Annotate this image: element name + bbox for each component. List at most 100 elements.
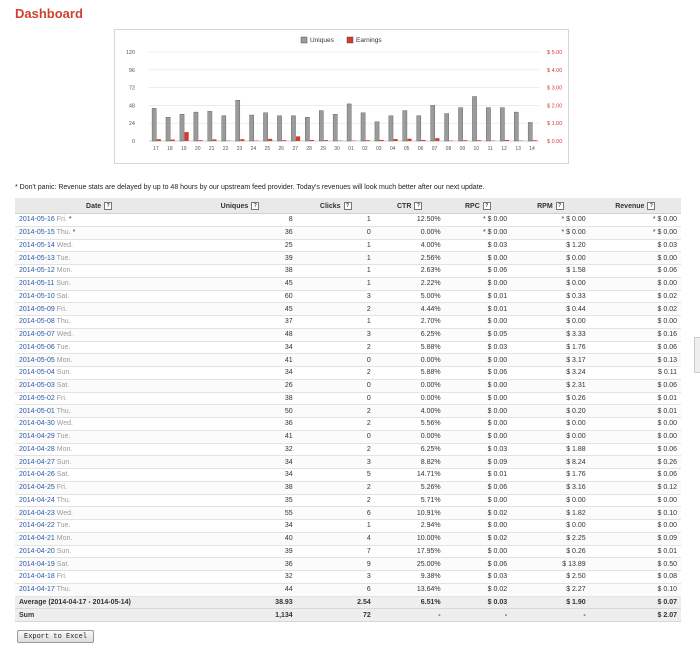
date-link[interactable]: 2014-05-12 xyxy=(19,267,55,274)
date-link[interactable]: 2014-04-22 xyxy=(19,522,55,529)
earnings-bar xyxy=(504,139,510,141)
uniques-cell: 34 xyxy=(183,455,297,469)
rpm-cell: $ 0.20 xyxy=(511,404,590,418)
help-icon[interactable]: ? xyxy=(482,201,491,210)
revenue-cell: $ 0.11 xyxy=(589,366,681,380)
date-link[interactable]: 2014-04-25 xyxy=(19,484,55,491)
average-uniques-cell: 38.93 xyxy=(183,596,297,610)
date-link[interactable]: 2014-05-11 xyxy=(19,280,54,287)
day-of-week: Fri. xyxy=(56,394,67,402)
date-link[interactable]: 2014-04-26 xyxy=(19,471,55,478)
rpc-cell: $ 0.00 xyxy=(444,392,512,406)
help-icon[interactable]: ? xyxy=(647,201,656,210)
uniques-bar xyxy=(263,112,268,142)
day-of-week: Sat. xyxy=(56,471,70,479)
date-cell: 2014-05-16 Fri. * xyxy=(15,213,184,227)
date-link[interactable]: 2014-04-27 xyxy=(19,459,55,466)
column-header-clicks[interactable]: Clicks? xyxy=(296,198,375,214)
help-icon[interactable]: ? xyxy=(104,201,113,210)
clicks-cell: 1 xyxy=(296,315,375,329)
table-row: 2014-05-11 Sun. 45 1 2.22% $ 0.00 $ 0.00 $ 0.… xyxy=(15,277,681,291)
average-label-cell: Average (2014-04-17 - 2014-05-14) xyxy=(15,596,184,610)
revenue-cell: $ 0.12 xyxy=(589,481,681,495)
column-header-revenue[interactable]: Revenue? xyxy=(589,198,681,214)
date-link[interactable]: 2014-05-04 xyxy=(19,369,55,376)
uniques-earnings-bar-chart: Uniques Earnings 0 $ 0.00 24 $ 1.00 48 $ 2.00 72… xyxy=(126,36,562,152)
rpm-cell: $ 3.16 xyxy=(511,481,590,495)
ctr-cell: 5.88% xyxy=(374,341,445,355)
x-tick-label: 18 xyxy=(167,146,173,152)
table-row: 2014-05-07 Wed. 48 3 6.25% $ 0.05 $ 3.33 $ 0.… xyxy=(15,328,681,342)
day-of-week: Thu. xyxy=(56,586,71,594)
date-cell: 2014-05-07 Wed. xyxy=(15,328,184,342)
help-icon[interactable]: ? xyxy=(414,201,423,210)
date-link[interactable]: 2014-04-19 xyxy=(19,561,55,568)
x-tick-label: 21 xyxy=(209,146,215,152)
ctr-cell: 14.71% xyxy=(374,468,445,482)
average-rpm-cell: $ 1.90 xyxy=(511,596,590,610)
export-to-excel-button[interactable]: Export to Excel xyxy=(17,630,95,643)
date-link[interactable]: 2014-05-05 xyxy=(19,357,55,364)
clicks-cell: 3 xyxy=(296,290,375,304)
date-link[interactable]: 2014-05-08 xyxy=(19,318,55,325)
date-link[interactable]: 2014-04-17 xyxy=(19,586,55,593)
column-header-date[interactable]: Date? xyxy=(15,198,184,214)
date-link[interactable]: 2014-05-07 xyxy=(19,331,55,338)
date-cell: 2014-05-08 Thu. xyxy=(15,315,184,329)
date-link[interactable]: 2014-05-09 xyxy=(19,306,55,313)
date-link[interactable]: 2014-04-21 xyxy=(19,535,55,542)
table-row: 2014-05-12 Mon. 38 1 2.63% $ 0.06 $ 1.58 $ 0.… xyxy=(15,264,681,278)
help-icon[interactable]: ? xyxy=(555,201,564,210)
date-link[interactable]: 2014-04-24 xyxy=(19,497,55,504)
x-tick-label: 11 xyxy=(488,146,493,152)
table-row: 2014-05-01 Thu. 50 2 4.00% $ 0.00 $ 0.20 $ 0.… xyxy=(15,404,681,418)
rpm-cell: * $ 0.00 xyxy=(511,226,590,240)
ctr-cell: 2.22% xyxy=(374,277,445,291)
column-header-label: Uniques xyxy=(220,202,249,210)
stats-table: Date? Uniques? Clicks? CTR? RPC? RPM? Revenue?… xyxy=(15,198,681,622)
date-link[interactable]: 2014-05-02 xyxy=(19,395,55,402)
date-link[interactable]: 2014-05-16 xyxy=(19,216,55,223)
date-link[interactable]: 2014-04-20 xyxy=(19,548,55,555)
column-header-rpc[interactable]: RPC? xyxy=(444,198,512,214)
left-tick-label: 120 xyxy=(126,50,135,56)
day-of-week: Fri. xyxy=(56,216,67,224)
x-tick-label: 17 xyxy=(153,146,159,152)
date-link[interactable]: 2014-05-10 xyxy=(19,293,55,300)
rpm-cell: $ 1.58 xyxy=(511,264,590,278)
column-header-rpm[interactable]: RPM? xyxy=(511,198,590,214)
date-link[interactable]: 2014-05-01 xyxy=(19,408,55,415)
uniques-cell: 44 xyxy=(183,583,297,597)
rpm-cell: $ 0.33 xyxy=(511,290,590,304)
date-link[interactable]: 2014-05-13 xyxy=(19,255,55,262)
column-header-uniques[interactable]: Uniques? xyxy=(183,198,297,214)
side-panel-handle[interactable] xyxy=(694,337,700,373)
sum-rpc-cell: - xyxy=(444,608,512,622)
earnings-bar xyxy=(477,140,482,141)
table-row: 2014-05-04 Sun. 34 2 5.88% $ 0.06 $ 3.24 $ 0.… xyxy=(15,366,681,380)
sum-rpm-cell: - xyxy=(511,608,590,622)
rpc-cell: $ 0.06 xyxy=(444,366,512,380)
date-link[interactable]: 2014-05-06 xyxy=(19,344,55,351)
uniques-cell: 41 xyxy=(183,353,297,367)
date-link[interactable]: 2014-04-23 xyxy=(19,510,55,517)
uniques-cell: 34 xyxy=(183,519,297,533)
sum-ctr-cell: - xyxy=(374,608,445,622)
date-link[interactable]: 2014-05-03 xyxy=(19,382,55,389)
help-icon[interactable]: ? xyxy=(343,201,352,210)
clicks-cell: 1 xyxy=(296,213,375,227)
help-icon[interactable]: ? xyxy=(251,201,260,210)
revenue-cell: $ 0.08 xyxy=(589,570,681,584)
column-header-ctr[interactable]: CTR? xyxy=(374,198,445,214)
uniques-bar xyxy=(165,117,171,142)
date-link[interactable]: 2014-04-29 xyxy=(19,433,55,440)
x-tick-label: 02 xyxy=(362,146,368,152)
revenue-cell: $ 0.26 xyxy=(589,455,681,469)
date-link[interactable]: 2014-04-30 xyxy=(19,420,55,427)
date-link[interactable]: 2014-04-18 xyxy=(19,573,55,580)
date-link[interactable]: 2014-05-14 xyxy=(19,242,55,249)
column-header-label: CTR xyxy=(396,202,412,210)
date-link[interactable]: 2014-05-15 xyxy=(19,229,55,236)
revenue-cell: $ 0.16 xyxy=(589,328,681,342)
date-link[interactable]: 2014-04-28 xyxy=(19,446,55,453)
